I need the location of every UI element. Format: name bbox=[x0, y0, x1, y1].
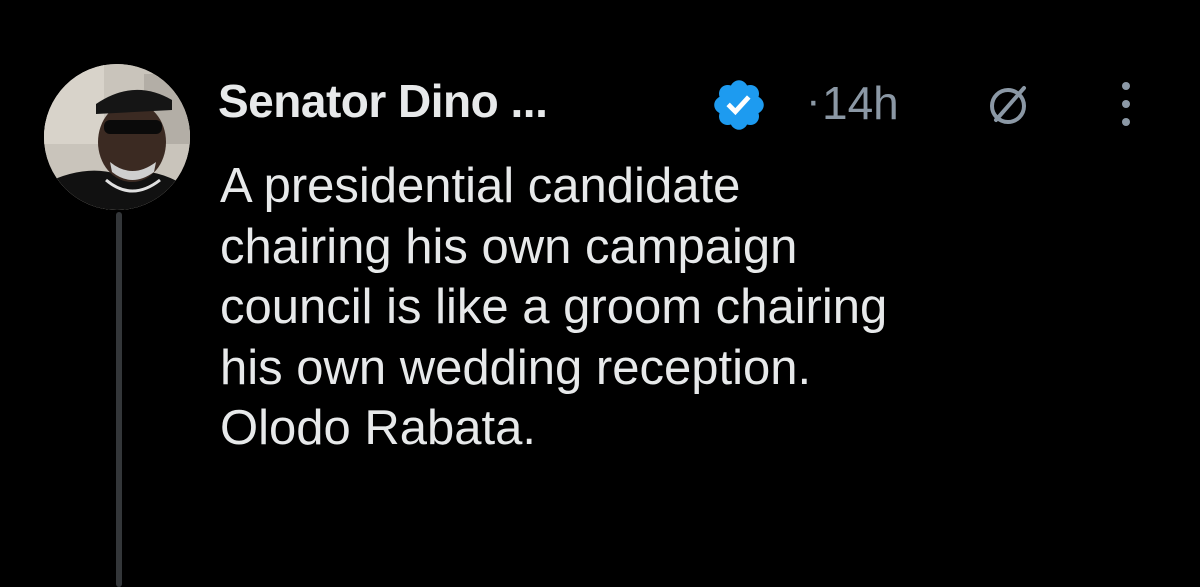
thread-line bbox=[116, 212, 122, 587]
tweet-header: Senator Dino ... · 14h bbox=[218, 72, 1178, 132]
tweet-text: A presidential candidate chairing his ow… bbox=[220, 156, 1180, 459]
tweet-text-line: his own wedding reception. bbox=[220, 340, 812, 395]
more-options-icon[interactable] bbox=[1114, 76, 1138, 132]
separator-dot: · bbox=[806, 76, 821, 125]
verified-badge-icon[interactable] bbox=[710, 76, 768, 134]
tweet-text-line: chairing his own campaign bbox=[220, 219, 798, 274]
tweet-text-line: Olodo Rabata. bbox=[220, 401, 536, 455]
tweet-timestamp[interactable]: 14h bbox=[822, 76, 899, 130]
avatar[interactable] bbox=[44, 64, 190, 210]
tweet-text-line: council is like a groom chairing bbox=[220, 280, 888, 334]
avatar-image bbox=[44, 64, 190, 210]
tweet-text-line: A presidential candidate bbox=[220, 159, 741, 213]
grok-icon[interactable] bbox=[984, 80, 1034, 130]
author-display-name[interactable]: Senator Dino ... bbox=[218, 74, 548, 128]
